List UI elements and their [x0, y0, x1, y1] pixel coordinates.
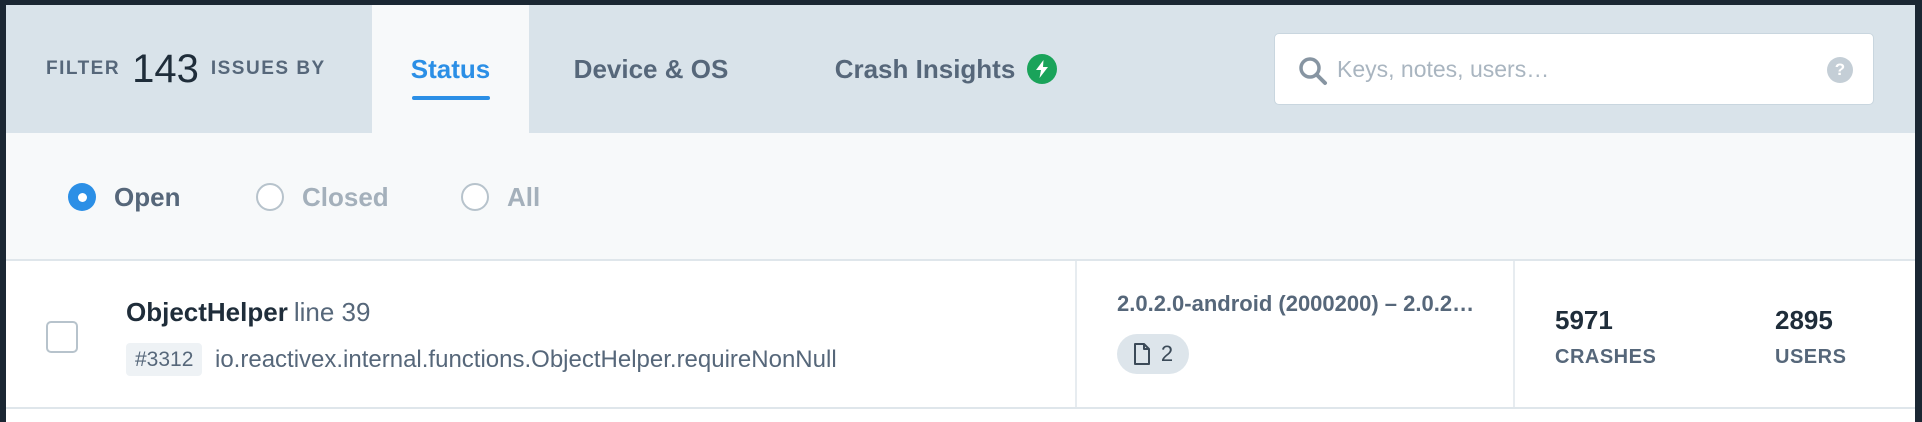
filter-bar: FILTER 143 ISSUES BY Status Device & OS … — [6, 5, 1915, 133]
search-input[interactable] — [1337, 46, 1807, 92]
tab-device-os[interactable]: Device & OS — [566, 5, 736, 133]
issue-title: ObjectHelper line 39 — [126, 297, 370, 328]
radio-all-label: All — [507, 181, 541, 212]
radio-open-label: Open — [114, 181, 181, 212]
tab-status[interactable]: Status — [372, 5, 529, 133]
column-divider — [1513, 261, 1515, 407]
tab-device-os-label: Device & OS — [573, 53, 729, 84]
next-issue-row — [6, 409, 1915, 422]
issue-select-checkbox[interactable] — [46, 321, 78, 353]
issue-count: 143 — [132, 46, 199, 91]
radio-open[interactable]: Open — [68, 177, 180, 217]
filter-summary: FILTER 143 ISSUES BY — [46, 39, 326, 99]
radio-closed-indicator[interactable] — [256, 183, 284, 211]
issue-class-link[interactable]: ObjectHelper — [126, 297, 288, 327]
lightning-bolt-icon — [1027, 54, 1058, 84]
search-box[interactable]: ? — [1274, 33, 1874, 105]
filter-suffix: ISSUES BY — [210, 58, 326, 79]
status-filter: Open Closed All — [6, 133, 1915, 259]
radio-all-indicator[interactable] — [461, 183, 489, 211]
radio-closed-label: Closed — [302, 181, 389, 212]
issue-line: line 39 — [293, 297, 371, 327]
radio-closed[interactable]: Closed — [256, 177, 389, 217]
search-icon — [1299, 57, 1327, 85]
radio-all[interactable]: All — [461, 177, 540, 217]
issue-method: io.reactivex.internal.functions.ObjectHe… — [215, 345, 837, 373]
crashes-label: CRASHES — [1555, 346, 1657, 368]
tab-status-label: Status — [410, 53, 491, 84]
tab-crash-insights-label: Crash Insights — [834, 53, 1016, 84]
radio-open-indicator[interactable] — [68, 183, 96, 211]
active-tab-indicator — [412, 96, 490, 100]
version-range: 2.0.2.0-android (2000200) – 2.0.2.0-andr… — [1117, 291, 1479, 316]
users-count: 2895 — [1775, 305, 1833, 335]
file-icon — [1133, 343, 1150, 365]
app-frame: FILTER 143 ISSUES BY Status Device & OS … — [6, 5, 1915, 422]
issue-row[interactable]: ObjectHelper line 39 #3312 io.reactivex.i… — [6, 261, 1915, 407]
crashes-metric: 5971 CRASHES — [1555, 305, 1656, 369]
tab-crash-insights[interactable]: Crash Insights — [821, 5, 1071, 133]
issue-id-badge: #3312 — [126, 343, 203, 376]
users-label: USERS — [1775, 346, 1847, 368]
crashes-count: 5971 — [1555, 305, 1613, 335]
files-count-badge[interactable]: 2 — [1117, 334, 1189, 374]
help-icon[interactable]: ? — [1827, 57, 1853, 83]
users-metric: 2895 USERS — [1775, 305, 1846, 369]
filter-prefix: FILTER — [46, 58, 121, 79]
column-divider — [1075, 261, 1077, 407]
files-count: 2 — [1160, 341, 1174, 366]
